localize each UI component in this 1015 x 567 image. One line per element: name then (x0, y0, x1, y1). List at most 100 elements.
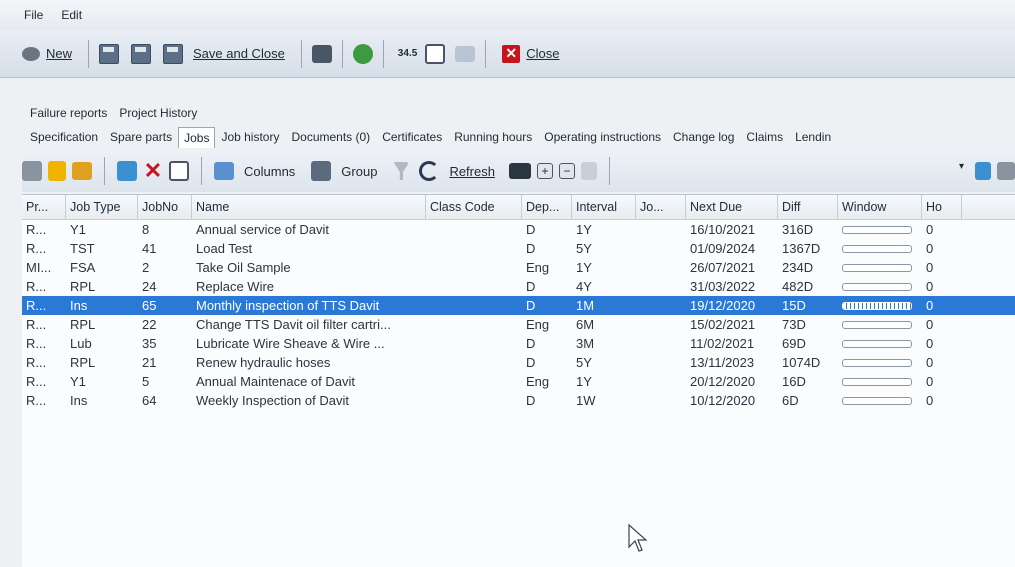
save-all-icon[interactable] (131, 43, 152, 64)
table-row[interactable]: R... TST 41 Load Test D 5Y 01/09/2024 1367D 0 (22, 239, 1015, 258)
toolbar-separator (201, 157, 202, 185)
tab-claims[interactable]: Claims (740, 126, 789, 148)
tab-change-log[interactable]: Change log (667, 126, 740, 148)
table-row[interactable]: MI... FSA 2 Take Oil Sample Eng 1Y 26/07/2021 2… (22, 258, 1015, 277)
delete-icon[interactable]: ✕ (143, 160, 163, 182)
col-header-interval[interactable]: Interval (572, 195, 636, 219)
table-row[interactable]: R... RPL 21 Renew hydraulic hoses D 5Y 13/11/2… (22, 353, 1015, 372)
attach-pin-icon[interactable] (352, 43, 373, 64)
cell-window (838, 241, 922, 256)
refresh-icon[interactable] (419, 161, 440, 181)
counter-value[interactable]: 34.5 (398, 48, 417, 59)
table-row[interactable]: R... RPL 24 Replace Wire D 4Y 31/03/2022 482D 0 (22, 277, 1015, 296)
mouse-cursor-icon (628, 523, 648, 552)
filter-icon[interactable] (393, 162, 410, 180)
calendar-icon[interactable] (117, 161, 137, 181)
tab-operating-instructions[interactable]: Operating instructions (538, 126, 667, 148)
wrench-settings-icon[interactable] (997, 162, 1015, 180)
cell-next-due: 13/11/2023 (690, 355, 755, 370)
table-row[interactable]: R... RPL 22 Change TTS Davit oil filter car… (22, 315, 1015, 334)
tab-spare-parts[interactable]: Spare parts (104, 126, 178, 148)
tab-job-history[interactable]: Job history (215, 126, 285, 148)
col-header-job-type[interactable]: Job Type (66, 195, 138, 219)
table-row[interactable]: R... Y1 5 Annual Maintenace of Davit Eng 1Y 20… (22, 372, 1015, 391)
cell-job-no: 24 (142, 279, 157, 294)
cell-name: Annual service of Davit (196, 222, 329, 237)
tab-jobs[interactable]: Jobs (178, 127, 216, 148)
close-button-label: Close (526, 46, 560, 61)
save-remove-icon[interactable] (163, 43, 184, 64)
search-document-icon[interactable] (169, 161, 189, 181)
cell-ho: 0 (926, 222, 934, 237)
col-header-department[interactable]: Dep... (522, 195, 572, 219)
window-progress-bar (842, 226, 912, 234)
filter-clear-icon[interactable] (975, 162, 991, 180)
cell-job-no: 35 (142, 336, 157, 351)
menu-edit[interactable]: Edit (61, 8, 82, 22)
table-row[interactable]: R... Y1 8 Annual service of Davit D 1Y 16/10/2… (22, 220, 1015, 239)
cell-next-due: 26/07/2021 (690, 260, 756, 275)
col-header-ho[interactable]: Ho (922, 195, 962, 219)
cell-ho: 0 (926, 279, 934, 294)
tab-failure-reports[interactable]: Failure reports (24, 104, 113, 123)
main-toolbar: New Save and Close 34.5 ✕ Close (0, 30, 1015, 78)
columns-button[interactable]: Columns (244, 164, 295, 179)
cell-job-type: Y1 (70, 374, 86, 389)
priority-one-icon[interactable] (48, 161, 66, 181)
cell-name: Weekly Inspection of Davit (196, 393, 349, 408)
cell-ho: 0 (926, 374, 934, 389)
cell-job-type: Ins (70, 298, 88, 313)
cell-window (838, 298, 922, 313)
col-header-priority[interactable]: Pr... (22, 195, 66, 219)
menu-file[interactable]: File (24, 8, 43, 22)
users-icon[interactable] (72, 162, 92, 180)
group-icon[interactable] (311, 161, 332, 181)
col-header-diff[interactable]: Diff (778, 195, 838, 219)
col-header-next-due[interactable]: Next Due (686, 195, 778, 219)
close-button[interactable]: ✕ Close (496, 39, 565, 69)
dropdown-icon[interactable]: ▾ (959, 161, 969, 181)
close-icon: ✕ (502, 44, 521, 63)
cell-priority: R... (26, 374, 47, 389)
cell-priority: R... (26, 279, 47, 294)
cell-job-type: RPL (70, 317, 96, 332)
grid-header: Pr... Job Type JobNo Name Class Code Dep… (22, 195, 1015, 220)
expand-icon[interactable]: + (536, 163, 553, 179)
new-button[interactable]: New (16, 39, 78, 69)
tab-running-hours[interactable]: Running hours (448, 126, 538, 148)
copy-icon[interactable] (580, 162, 597, 180)
tab-certificates[interactable]: Certificates (376, 126, 448, 148)
collapse-icon[interactable]: − (558, 163, 575, 179)
cell-diff: 15D (782, 298, 806, 313)
cell-diff: 73D (782, 317, 806, 332)
tab-documents[interactable]: Documents (0) (285, 126, 376, 148)
cell-priority: R... (26, 393, 47, 408)
col-header-class-code[interactable]: Class Code (426, 195, 522, 219)
save-and-close-button[interactable]: Save and Close (187, 39, 291, 69)
col-header-jo[interactable]: Jo... (636, 195, 686, 219)
chart-icon[interactable] (455, 45, 476, 62)
table-row[interactable]: R... Ins 65 Monthly inspection of TTS Davit… (22, 296, 1015, 315)
cell-interval: 1Y (576, 260, 592, 275)
tab-specification[interactable]: Specification (24, 126, 104, 148)
cell-interval: 6M (576, 317, 595, 332)
col-header-name[interactable]: Name (192, 195, 426, 219)
tab-lending[interactable]: Lendin (789, 126, 837, 148)
jobs-grid: Pr... Job Type JobNo Name Class Code Dep… (22, 194, 1015, 567)
col-header-job-no[interactable]: JobNo (138, 195, 192, 219)
columns-icon[interactable] (214, 162, 234, 180)
window-progress-bar (842, 340, 912, 348)
preview-icon[interactable] (425, 43, 446, 64)
table-row[interactable]: R... Lub 35 Lubricate Wire Sheave & Wire ..… (22, 334, 1015, 353)
print-icon[interactable] (311, 44, 332, 63)
cell-interval: 1Y (576, 374, 592, 389)
tab-project-history[interactable]: Project History (113, 104, 203, 123)
binoculars-icon[interactable] (508, 163, 531, 179)
group-button[interactable]: Group (341, 164, 377, 179)
save-icon[interactable] (99, 43, 120, 64)
wrench-icon[interactable] (22, 161, 42, 181)
table-row[interactable]: R... Ins 64 Weekly Inspection of Davit D 1W 10… (22, 391, 1015, 410)
col-header-window[interactable]: Window (838, 195, 922, 219)
cell-diff: 1367D (782, 241, 821, 256)
refresh-button[interactable]: Refresh (449, 164, 495, 179)
